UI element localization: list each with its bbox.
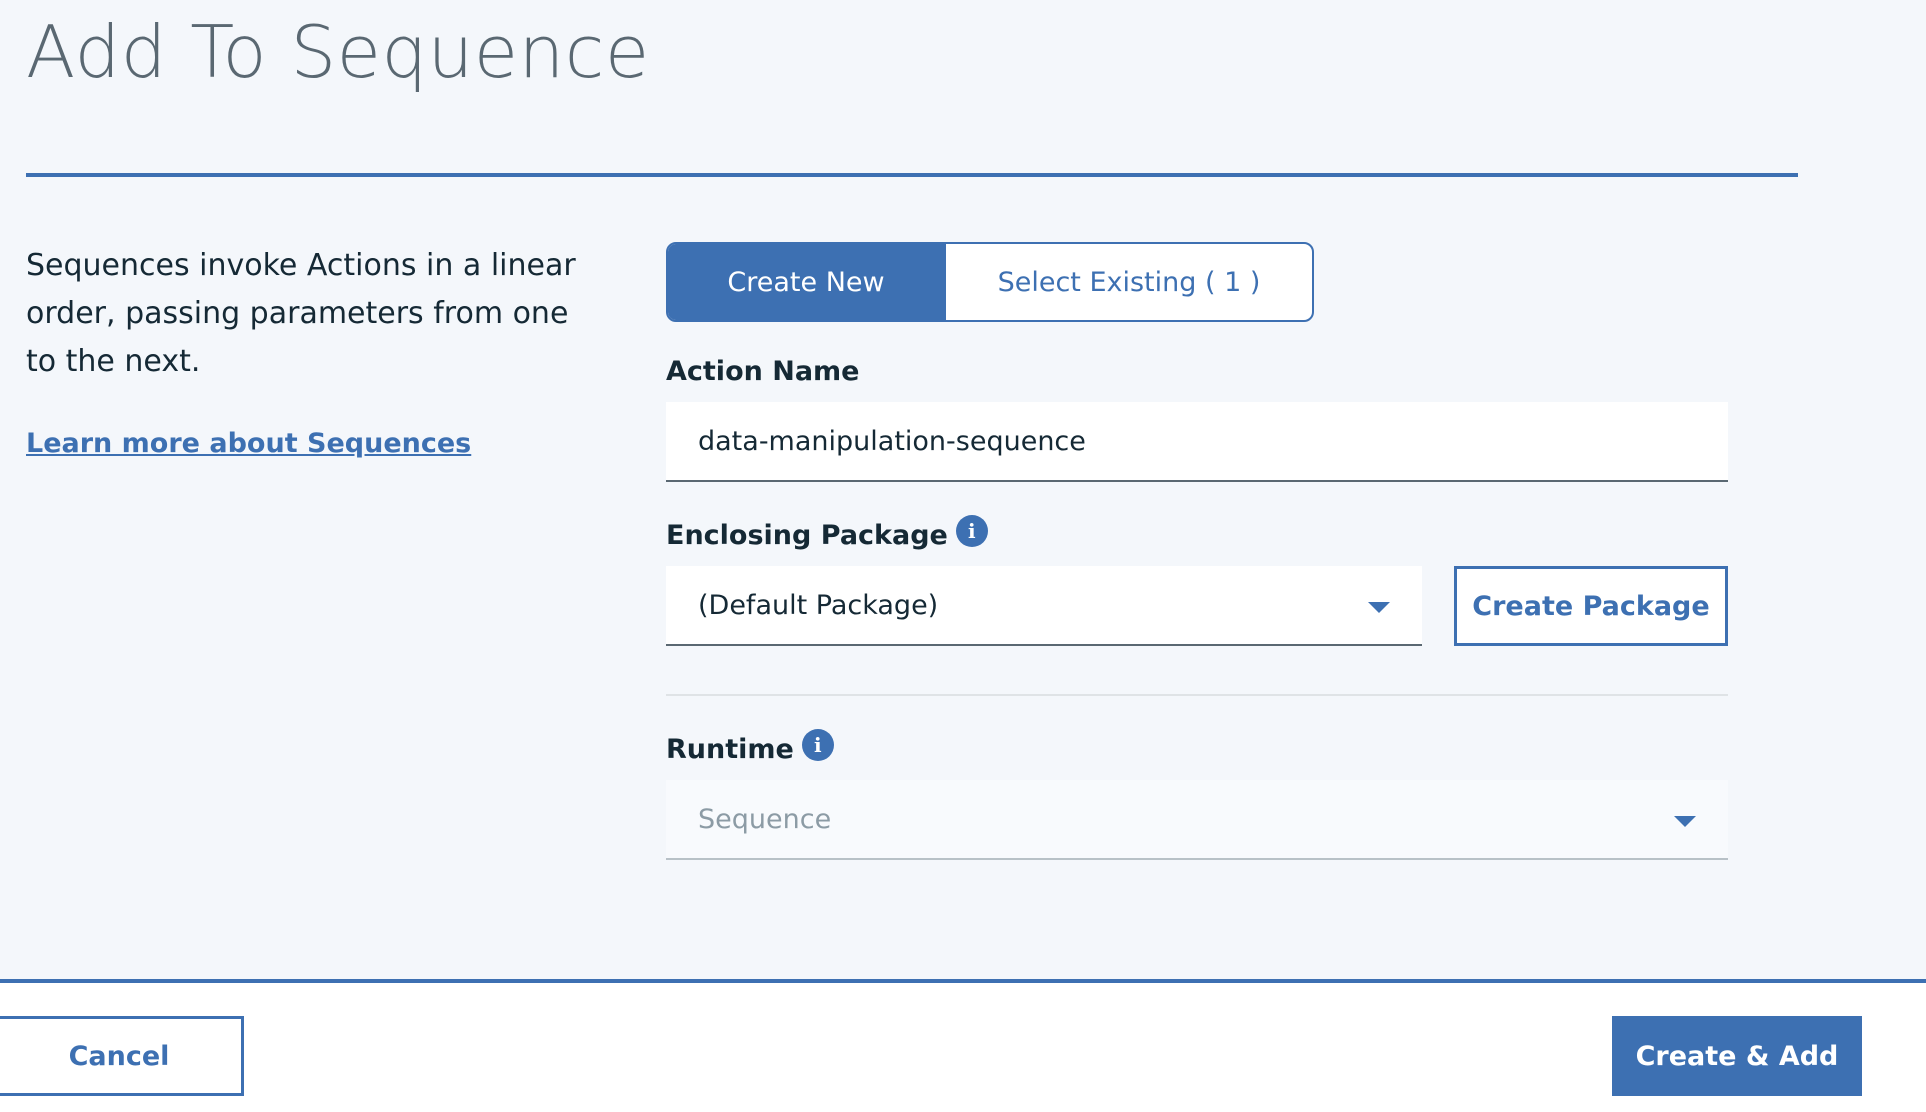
title-divider [26, 173, 1798, 177]
mode-toggle: Create New Select Existing ( 1 ) [666, 242, 1314, 322]
info-icon[interactable]: i [955, 514, 988, 547]
action-name-value: data-manipulation-sequence [698, 425, 1086, 457]
dialog-description: Sequences invoke Actions in a linear ord… [26, 248, 576, 379]
runtime-select[interactable]: Sequence [666, 780, 1728, 860]
runtime-value: Sequence [698, 803, 832, 835]
dialog-title: Add To Sequence [26, 10, 650, 94]
enclosing-package-label-text: Enclosing Package [666, 520, 948, 551]
cancel-button[interactable]: Cancel [0, 1016, 244, 1096]
chevron-down-icon [1674, 816, 1696, 827]
create-and-add-button[interactable]: Create & Add [1612, 1016, 1862, 1096]
enclosing-package-label: Enclosing Package i [666, 514, 988, 551]
modal-body: Add To Sequence Sequences invoke Actions… [0, 0, 1926, 980]
chevron-down-icon [1368, 602, 1390, 613]
learn-more-link[interactable]: Learn more about Sequences [26, 428, 471, 459]
runtime-label: Runtime i [666, 728, 834, 765]
select-existing-tab[interactable]: Select Existing ( 1 ) [944, 244, 1312, 320]
action-name-label-text: Action Name [666, 356, 860, 387]
create-package-button[interactable]: Create Package [1454, 566, 1728, 646]
create-new-tab[interactable]: Create New [668, 244, 944, 320]
action-name-label: Action Name [666, 356, 860, 387]
section-divider [666, 694, 1728, 696]
runtime-label-text: Runtime [666, 734, 794, 765]
enclosing-package-select[interactable]: (Default Package) [666, 566, 1422, 646]
action-name-input[interactable]: data-manipulation-sequence [666, 402, 1728, 482]
info-icon[interactable]: i [801, 728, 834, 761]
enclosing-package-value: (Default Package) [698, 589, 939, 621]
